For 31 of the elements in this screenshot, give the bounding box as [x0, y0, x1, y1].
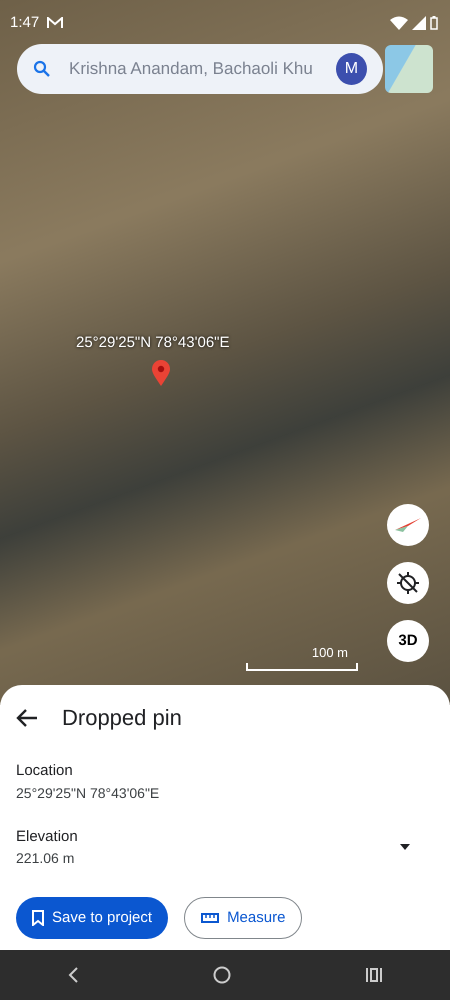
recents-nav-icon[interactable]	[365, 967, 383, 983]
account-avatar[interactable]: M	[336, 53, 367, 85]
field-label: Location	[16, 761, 74, 781]
status-time: 1:47	[10, 13, 40, 33]
wifi-icon	[390, 16, 408, 30]
3d-view-button[interactable]: 3D	[387, 620, 429, 662]
save-button[interactable]: Save to project	[16, 897, 168, 939]
back-nav-icon[interactable]	[67, 967, 79, 983]
coordinate-label: 25°29'25"N 78°43'06"E	[76, 333, 230, 353]
bookmark-icon	[32, 910, 44, 926]
field-value: 25°29'25"N 78°43'06"E	[16, 784, 160, 802]
compass-button[interactable]	[387, 504, 429, 546]
signal-icon	[412, 16, 426, 30]
measure-button[interactable]: Measure	[184, 897, 302, 939]
compass-icon	[395, 518, 421, 532]
search-bar[interactable]: Krishna Anandam, Bachaoli Khu M	[17, 44, 383, 94]
map-pin-icon	[152, 360, 170, 386]
back-arrow-icon[interactable]	[16, 708, 38, 728]
search-icon	[33, 60, 51, 78]
ruler-icon	[201, 913, 220, 923]
dropdown-caret-icon[interactable]	[400, 844, 410, 850]
field-value: 221.06 m	[16, 849, 76, 868]
scale-label: 100 m	[312, 644, 348, 662]
mail-icon	[47, 17, 64, 30]
home-nav-icon[interactable]	[213, 966, 231, 984]
battery-icon	[430, 16, 438, 30]
location-off-icon	[396, 571, 420, 595]
location-off-button[interactable]	[387, 562, 429, 604]
map-thumbnail[interactable]	[385, 45, 433, 93]
sheet-title: Dropped pin	[62, 704, 182, 732]
field-label: Elevation	[16, 826, 78, 846]
